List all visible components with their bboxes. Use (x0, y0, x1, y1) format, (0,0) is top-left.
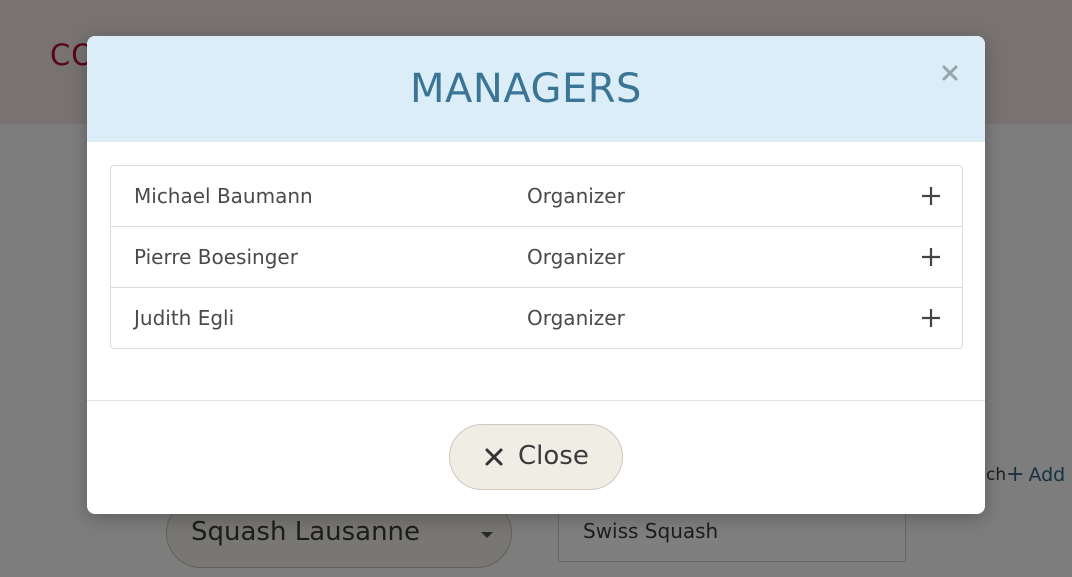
modal-title: MANAGERS (410, 66, 642, 112)
close-icon (484, 447, 504, 467)
list-item: Judith Egli Organizer (111, 288, 962, 348)
modal-footer: Close (87, 400, 985, 514)
manager-name: Judith Egli (134, 306, 235, 330)
manager-list: Michael Baumann Organizer Pierre Boesing… (110, 165, 963, 349)
plus-icon[interactable] (920, 246, 942, 268)
close-icon[interactable] (937, 60, 963, 86)
plus-icon[interactable] (920, 185, 942, 207)
manager-name: Michael Baumann (134, 184, 313, 208)
managers-dialog: MANAGERS Michael Baumann Organizer Pierr… (87, 36, 985, 514)
manager-role: Organizer (527, 306, 625, 330)
list-item: Pierre Boesinger Organizer (111, 227, 962, 288)
modal-header: MANAGERS (87, 36, 985, 142)
close-button[interactable]: Close (449, 424, 623, 490)
close-button-label: Close (518, 441, 589, 471)
manager-role: Organizer (527, 184, 625, 208)
list-item: Michael Baumann Organizer (111, 166, 962, 227)
manager-name: Pierre Boesinger (134, 245, 298, 269)
manager-role: Organizer (527, 245, 625, 269)
plus-icon[interactable] (920, 307, 942, 329)
modal-body: Michael Baumann Organizer Pierre Boesing… (87, 142, 985, 400)
